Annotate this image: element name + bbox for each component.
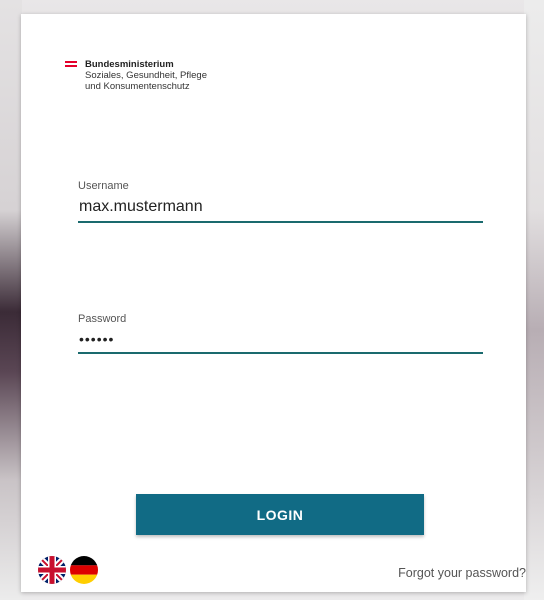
background-right (524, 0, 544, 600)
german-flag-icon[interactable] (70, 556, 98, 584)
username-field: Username (78, 180, 483, 223)
password-label: Password (78, 313, 127, 325)
language-switcher (38, 556, 98, 584)
logo-line-2: Soziales, Gesundheit, Pflege (85, 70, 207, 81)
ministry-name: Bundesministerium Soziales, Gesundheit, … (85, 59, 207, 92)
uk-flag-icon[interactable] (38, 556, 66, 584)
logo-line-3: und Konsumentenschutz (85, 81, 190, 92)
username-label: Username (78, 180, 129, 192)
username-input[interactable] (78, 194, 483, 223)
password-input[interactable] (78, 327, 483, 354)
password-field: Password (78, 313, 483, 354)
background-left (0, 0, 22, 600)
login-card: Bundesministerium Soziales, Gesundheit, … (21, 14, 526, 592)
austria-flag-icon (65, 61, 77, 69)
logo-line-1: Bundesministerium (85, 59, 174, 70)
login-button[interactable]: LOGIN (136, 494, 424, 535)
forgot-password-link[interactable]: Forgot your password? (376, 566, 526, 580)
